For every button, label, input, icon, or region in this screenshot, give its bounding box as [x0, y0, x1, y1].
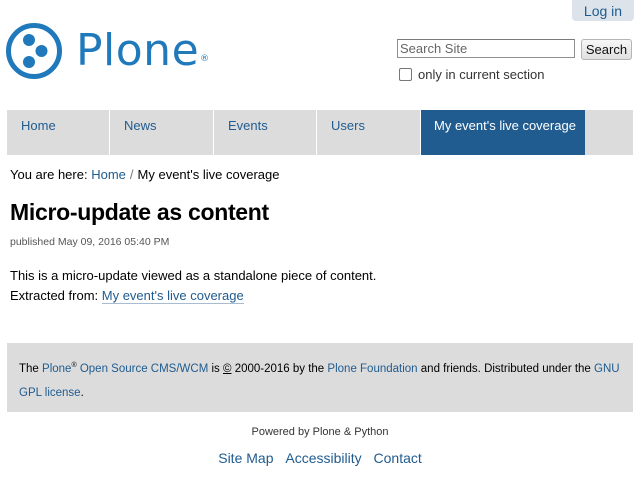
document-body: This is a micro-update viewed as a stand… — [10, 266, 376, 306]
logo-wordmark: Plone® — [76, 25, 210, 76]
footer-cms-link[interactable]: Open Source CMS/WCM — [80, 363, 208, 375]
breadcrumb: You are here: Home / My event's live cover… — [10, 166, 279, 183]
breadcrumb-prefix: You are here: — [10, 167, 88, 182]
nav-item-news[interactable]: News — [110, 110, 214, 155]
plone-logo-icon — [6, 23, 62, 79]
breadcrumb-current: My event's live coverage — [137, 167, 280, 182]
document-byline: published May 09, 2016 05:40 PM — [10, 236, 170, 248]
site-actions: Site Map Accessibility Contact — [0, 450, 640, 466]
login-link[interactable]: Log in — [572, 0, 634, 21]
site-action-sitemap[interactable]: Site Map — [218, 450, 273, 466]
site-footer: The Plone® Open Source CMS/WCM is © 2000… — [7, 343, 633, 412]
nav-item-home[interactable]: Home — [7, 110, 110, 155]
current-section-label[interactable]: only in current section — [418, 67, 544, 82]
footer-foundation-link[interactable]: Plone Foundation — [327, 363, 417, 375]
extracted-from-label: Extracted from: — [10, 288, 99, 303]
site-action-accessibility[interactable]: Accessibility — [285, 450, 361, 466]
extracted-from-link[interactable]: My event's live coverage — [101, 288, 244, 304]
breadcrumb-home[interactable]: Home — [91, 167, 126, 182]
body-paragraph: This is a micro-update viewed as a stand… — [10, 268, 377, 283]
extracted-from-line: Extracted from: My event's live coverage — [10, 286, 376, 306]
global-nav: Home News Events Users My event's live c… — [7, 110, 633, 155]
copyright-symbol: © — [223, 363, 232, 375]
colophon: Powered by Plone & Python — [251, 426, 389, 438]
breadcrumb-separator: / — [129, 167, 134, 182]
site-action-contact[interactable]: Contact — [374, 450, 422, 466]
footer-text: The — [19, 363, 39, 375]
search-section-option[interactable]: only in current section — [399, 65, 544, 83]
page-title: Micro-update as content — [10, 199, 269, 225]
footer-text: is — [211, 363, 220, 375]
search-input[interactable] — [397, 39, 575, 58]
site-logo[interactable]: Plone® — [6, 22, 210, 80]
footer-text: and friends. Distributed under the — [420, 363, 591, 375]
current-section-checkbox[interactable] — [399, 67, 412, 81]
nav-item-events[interactable]: Events — [214, 110, 317, 155]
footer-plone-link[interactable]: Plone — [42, 363, 71, 375]
footer-text: . — [80, 387, 84, 399]
footer-text: 2000-2016 by the — [234, 363, 325, 375]
logo-registered-mark: ® — [200, 54, 210, 64]
footer-registered-mark: ® — [71, 362, 77, 370]
nav-item-live-coverage[interactable]: My event's live coverage — [421, 110, 585, 155]
nav-item-users[interactable]: Users — [317, 110, 421, 155]
search-button[interactable]: Search — [581, 39, 632, 60]
